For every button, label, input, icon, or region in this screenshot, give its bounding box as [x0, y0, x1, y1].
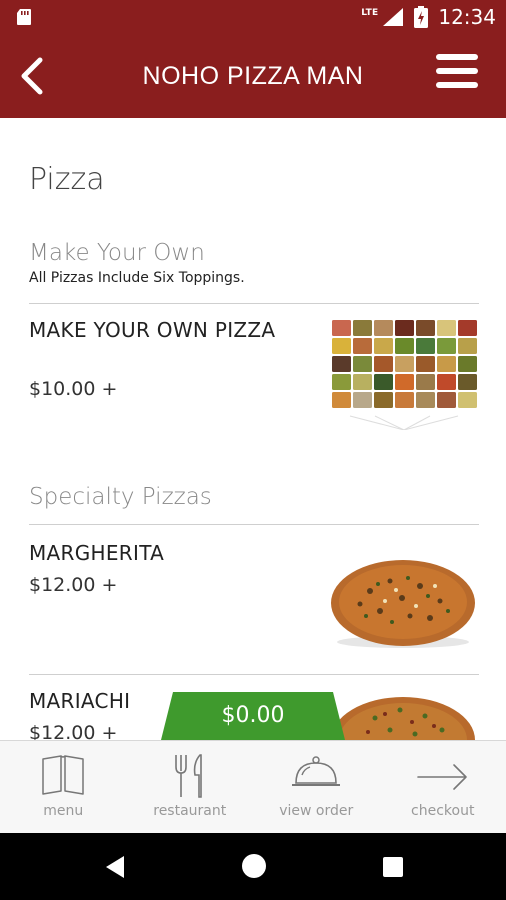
- topping-swatch: [416, 374, 435, 390]
- topping-swatch: [395, 374, 414, 390]
- hamburger-menu-icon[interactable]: [436, 54, 478, 94]
- topping-swatch: [374, 338, 393, 354]
- topping-swatch: [437, 338, 456, 354]
- nav-label: restaurant: [153, 803, 227, 819]
- item-name: MARGHERITA: [29, 541, 165, 565]
- item-name: MAKE YOUR OWN PIZZA: [29, 318, 276, 342]
- topping-swatch: [416, 320, 435, 336]
- topping-swatch: [395, 320, 414, 336]
- topping-swatch: [437, 356, 456, 372]
- bottom-nav: menu restaurant view order checkout: [0, 740, 506, 833]
- topping-swatch: [458, 356, 477, 372]
- pizza-image: [331, 560, 475, 648]
- topping-swatch: [437, 392, 456, 408]
- topping-swatch: [458, 392, 477, 408]
- pizza-image: [331, 697, 475, 740]
- nav-restaurant[interactable]: restaurant: [127, 741, 254, 833]
- cart-total-button[interactable]: $0.00: [161, 692, 345, 740]
- topping-swatch: [395, 356, 414, 372]
- topping-swatch: [458, 338, 477, 354]
- topping-swatch: [353, 320, 372, 336]
- topping-swatch: [332, 392, 351, 408]
- topping-swatch: [458, 374, 477, 390]
- back-arrow-icon: [21, 57, 43, 95]
- nav-menu[interactable]: menu: [0, 741, 127, 833]
- item-price: $12.00 +: [29, 722, 118, 740]
- topping-swatch: [437, 374, 456, 390]
- topping-swatch: [353, 338, 372, 354]
- topping-swatch: [374, 320, 393, 336]
- topping-swatch: [416, 392, 435, 408]
- nav-checkout[interactable]: checkout: [380, 741, 506, 833]
- battery-icon: [414, 6, 429, 28]
- topping-swatch: [416, 356, 435, 372]
- sd-card-icon: [16, 8, 32, 26]
- app-bar: NOHO PIZZA MAN: [0, 34, 506, 118]
- status-bar: LTE 12:34: [0, 0, 506, 34]
- system-recents-icon[interactable]: [383, 857, 403, 877]
- divider: [29, 524, 479, 525]
- topping-swatch: [437, 320, 456, 336]
- topping-swatch: [332, 320, 351, 336]
- topping-swatch: [458, 320, 477, 336]
- topping-swatch: [374, 356, 393, 372]
- nav-label: view order: [279, 803, 354, 819]
- toppings-grid-image: [330, 318, 478, 430]
- divider: [29, 303, 479, 304]
- section-title: Make Your Own: [29, 240, 205, 266]
- section-title: Specialty Pizzas: [29, 484, 212, 510]
- cart-total: $0.00: [221, 703, 285, 728]
- item-price: $10.00 +: [29, 378, 118, 400]
- topping-swatch: [395, 338, 414, 354]
- system-nav-bar: [0, 833, 506, 900]
- nav-label: checkout: [411, 803, 475, 819]
- topping-swatch: [332, 338, 351, 354]
- topping-swatch: [332, 356, 351, 372]
- topping-swatch: [416, 338, 435, 354]
- clock: 12:34: [438, 5, 496, 29]
- system-back-icon[interactable]: [102, 854, 128, 880]
- back-button[interactable]: [14, 56, 54, 96]
- section-subtitle: All Pizzas Include Six Toppings.: [29, 270, 245, 286]
- topping-swatch: [353, 356, 372, 372]
- topping-swatch: [374, 374, 393, 390]
- system-home-icon[interactable]: [242, 854, 266, 878]
- item-price: $12.00 +: [29, 574, 118, 596]
- topping-swatch: [374, 392, 393, 408]
- topping-swatch: [353, 392, 372, 408]
- app-title: NOHO PIZZA MAN: [142, 61, 364, 90]
- topping-swatch: [395, 392, 414, 408]
- cloche-icon: [292, 756, 341, 786]
- network-type-label: LTE: [361, 8, 379, 18]
- open-book-icon: [42, 755, 84, 795]
- topping-swatch: [332, 374, 351, 390]
- nav-label: menu: [43, 803, 84, 819]
- topping-swatch: [353, 374, 372, 390]
- page-title: Pizza: [29, 162, 105, 197]
- menu-content[interactable]: Pizza Make Your Own All Pizzas Include S…: [0, 118, 506, 740]
- signal-icon: [383, 8, 404, 26]
- nav-view-order[interactable]: view order: [253, 741, 380, 833]
- divider: [29, 674, 479, 675]
- arrow-right-icon: [416, 764, 467, 790]
- fork-knife-icon: [174, 754, 202, 798]
